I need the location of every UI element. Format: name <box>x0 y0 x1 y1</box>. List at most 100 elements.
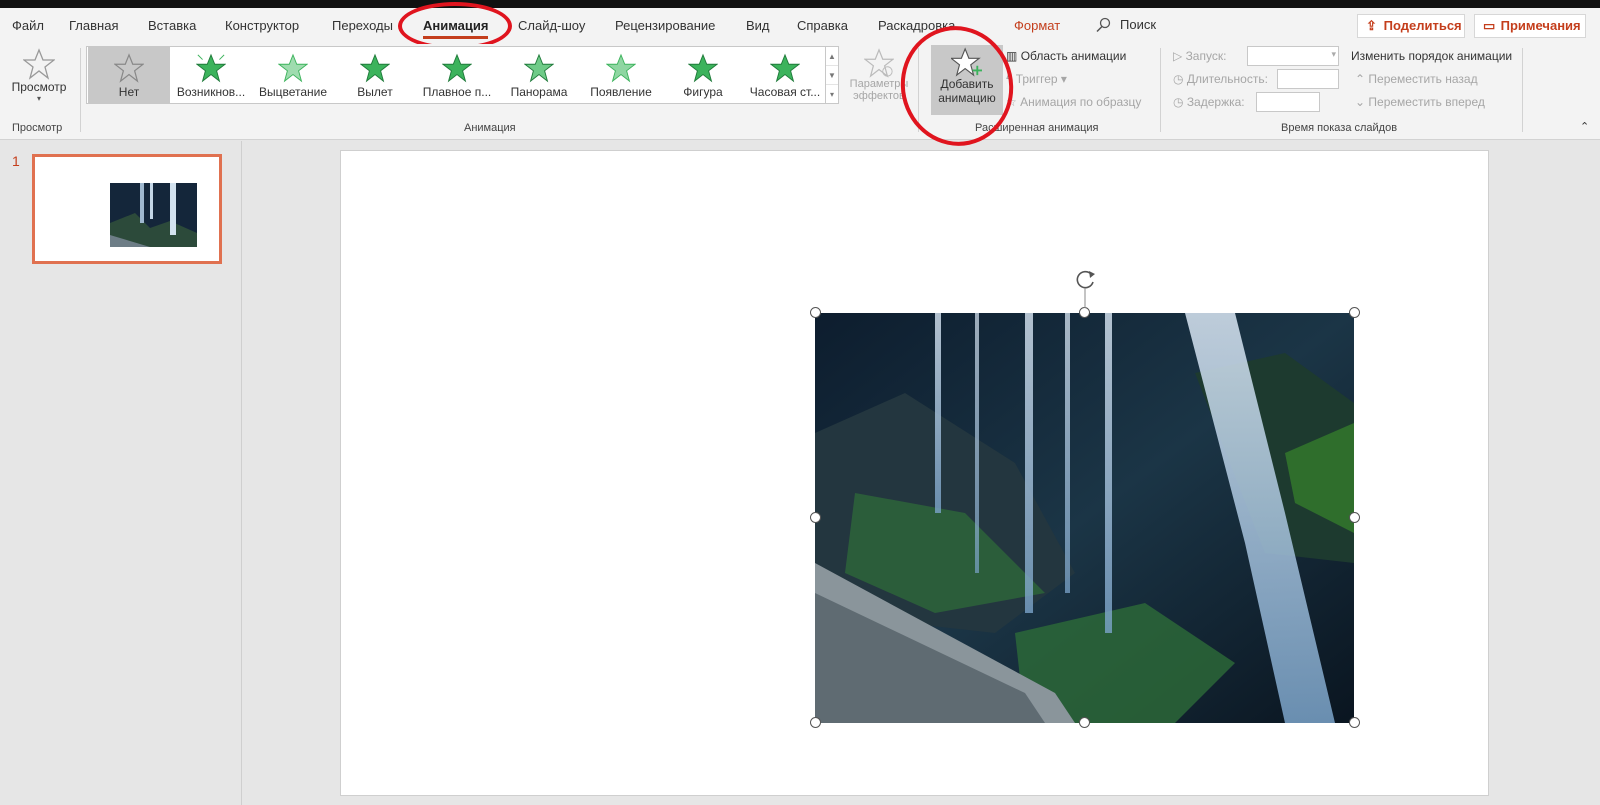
animation-gallery: Нет Возникнов... Выцветание Вылет Плавно… <box>86 46 826 104</box>
rotate-icon[interactable] <box>1074 268 1098 312</box>
window-top-strip <box>0 0 1600 8</box>
start-text: Запуск: <box>1185 49 1227 63</box>
start-select[interactable]: ▾ <box>1247 46 1339 66</box>
share-icon: ⇪ <box>1366 18 1377 33</box>
move-earlier-button[interactable]: ⌃ Переместить назад <box>1355 72 1478 86</box>
animation-pane-button[interactable]: ▥ Область анимации <box>1006 49 1126 63</box>
animation-wipe[interactable]: Появление <box>580 47 662 103</box>
animation-painter-label: Анимация по образцу <box>1020 95 1142 109</box>
resize-handle[interactable] <box>1349 717 1360 728</box>
preview-label: Просмотр <box>11 80 67 94</box>
star-wipe-icon <box>606 53 636 83</box>
animation-pane-label: Область анимации <box>1020 49 1127 63</box>
reorder-label: Изменить порядок анимации <box>1351 49 1513 63</box>
search-label: Поиск <box>1120 17 1157 32</box>
star-icon <box>23 48 55 80</box>
resize-handle[interactable] <box>1349 307 1360 318</box>
preview-group-label: Просмотр <box>12 122 63 134</box>
preview-button[interactable]: Просмотр ▾ <box>6 46 72 112</box>
animation-label: Появление <box>590 85 652 99</box>
slide-thumbnail[interactable] <box>32 154 222 264</box>
animation-label: Плавное п... <box>422 85 492 99</box>
animation-fade[interactable]: Выцветание <box>252 47 334 103</box>
resize-handle[interactable] <box>1349 512 1360 523</box>
trigger-label: Триггер <box>1015 72 1058 86</box>
tab-design[interactable]: Конструктор <box>225 18 299 33</box>
search-box[interactable]: Поиск <box>1096 17 1157 33</box>
chevron-down-icon: ▾ <box>1331 49 1336 59</box>
star-wheel-icon <box>770 53 800 83</box>
animation-painter-button[interactable]: ☆ Анимация по образцу <box>1006 95 1141 109</box>
separator <box>80 48 81 132</box>
comments-label: Примечания <box>1500 18 1581 33</box>
start-label: ▷ Запуск: <box>1173 49 1227 63</box>
comments-button[interactable]: ▭ Примечания <box>1474 14 1586 38</box>
delay-label: ◷ Задержка: <box>1173 95 1245 109</box>
move-later-label: Переместить вперед <box>1368 95 1485 109</box>
effect-options-icon <box>864 48 894 78</box>
delay-spinner[interactable] <box>1256 92 1320 112</box>
tab-review[interactable]: Рецензирование <box>615 18 715 33</box>
star-fade-icon <box>278 53 308 83</box>
trigger-button[interactable]: ϟ Триггер ▾ <box>1006 72 1067 86</box>
animation-wheel[interactable]: Часовая ст... <box>744 47 826 103</box>
animation-float-in[interactable]: Плавное п... <box>416 47 498 103</box>
gallery-scrollbar[interactable]: ▲ ▼ ▾ <box>826 46 839 104</box>
scroll-down-icon[interactable]: ▼ <box>826 66 838 85</box>
animation-fly-in[interactable]: Вылет <box>334 47 416 103</box>
duration-text: Длительность: <box>1186 72 1268 86</box>
tab-file[interactable]: Файл <box>12 18 44 33</box>
tab-transitions[interactable]: Переходы <box>332 18 393 33</box>
animation-label: Часовая ст... <box>749 85 821 99</box>
tab-slideshow[interactable]: Слайд-шоу <box>518 18 585 33</box>
tab-insert[interactable]: Вставка <box>148 18 196 33</box>
animation-label: Панорама <box>510 85 568 99</box>
separator <box>1160 48 1161 132</box>
animation-label: Вылет <box>357 85 393 99</box>
comment-icon: ▭ <box>1483 18 1496 33</box>
animation-appear[interactable]: Возникнов... <box>170 47 252 103</box>
tab-format[interactable]: Формат <box>1014 18 1060 33</box>
chevron-down-icon: ▾ <box>1060 72 1067 86</box>
animation-group-label: Анимация <box>464 122 516 134</box>
share-button[interactable]: ⇪ Поделиться <box>1357 14 1465 38</box>
ribbon: Просмотр ▾ Просмотр Нет Возникнов... Выц… <box>0 15 1600 157</box>
star-icon <box>114 53 144 83</box>
tab-home[interactable]: Главная <box>69 18 118 33</box>
timing-group-label: Время показа слайдов <box>1281 122 1398 134</box>
ribbon-tab-bar: Файл Главная Вставка Конструктор Переход… <box>0 2 1600 50</box>
star-fly-icon <box>360 53 390 83</box>
animation-label: Выцветание <box>258 85 328 99</box>
thumbnail-waterfall-image <box>110 183 197 247</box>
duration-label: ◷ Длительность: <box>1173 72 1268 86</box>
move-earlier-label: Переместить назад <box>1368 72 1478 86</box>
star-burst-icon <box>196 53 226 83</box>
waterfall-picture[interactable] <box>815 313 1354 723</box>
animation-label: Возникнов... <box>176 85 246 99</box>
separator <box>1522 48 1523 132</box>
star-shape-icon <box>688 53 718 83</box>
move-later-button[interactable]: ⌄ Переместить вперед <box>1355 95 1485 109</box>
animation-shape[interactable]: Фигура <box>662 47 744 103</box>
star-pan-icon <box>524 53 554 83</box>
resize-handle[interactable] <box>1079 717 1090 728</box>
resize-handle[interactable] <box>810 717 821 728</box>
delay-text: Задержка: <box>1186 95 1245 109</box>
tab-help[interactable]: Справка <box>797 18 848 33</box>
resize-handle[interactable] <box>810 512 821 523</box>
resize-handle[interactable] <box>810 307 821 318</box>
duration-spinner[interactable] <box>1277 69 1339 89</box>
share-label: Поделиться <box>1383 18 1462 33</box>
scroll-up-icon[interactable]: ▲ <box>826 47 838 66</box>
slide-number: 1 <box>12 153 20 169</box>
animation-pan[interactable]: Панорама <box>498 47 580 103</box>
animation-none[interactable]: Нет <box>88 47 170 103</box>
tab-view[interactable]: Вид <box>746 18 770 33</box>
collapse-ribbon-icon[interactable]: ⌃ <box>1580 120 1589 133</box>
animation-label: Нет <box>118 85 140 99</box>
star-float-icon <box>442 53 472 83</box>
search-icon <box>1096 17 1111 33</box>
animation-label: Фигура <box>683 85 723 99</box>
gallery-more-icon[interactable]: ▾ <box>826 85 838 104</box>
annotation-circle-tab <box>398 2 512 50</box>
